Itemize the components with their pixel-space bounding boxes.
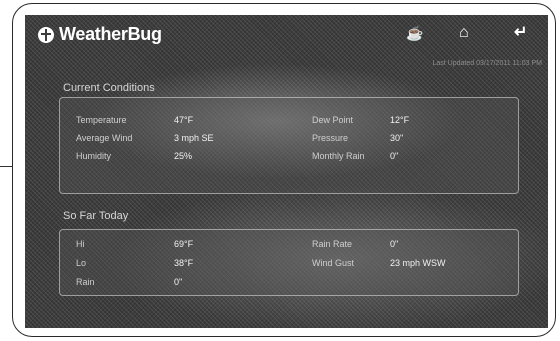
- lo-value: 38°F: [174, 258, 194, 268]
- home-icon[interactable]: ⌂: [459, 25, 469, 41]
- dew-point-label: Dew Point: [312, 115, 354, 125]
- current-conditions-panel: Temperature 47°F Dew Point 12°F Average …: [59, 97, 519, 194]
- wind-gust-value: 23 mph WSW: [390, 258, 446, 268]
- average-wind-label: Average Wind: [76, 133, 133, 143]
- temperature-value: 47°F: [174, 115, 194, 125]
- back-arrow-icon[interactable]: ↵: [514, 25, 527, 41]
- so-far-today-title: So Far Today: [63, 210, 129, 222]
- pressure-label: Pressure: [312, 133, 349, 143]
- humidity-value: 25%: [174, 151, 193, 161]
- temperature-label: Temperature: [76, 115, 127, 125]
- last-updated: Last Updated 03/17/2011 11:03 PM: [432, 60, 543, 67]
- dew-point-value: 12°F: [390, 115, 410, 125]
- current-conditions-title: Current Conditions: [63, 82, 155, 94]
- hi-value: 69°F: [174, 239, 194, 249]
- monthly-rain-value: 0": [390, 151, 399, 161]
- bug-logo-icon: [38, 26, 54, 43]
- cup-icon[interactable]: ☕: [406, 25, 423, 41]
- so-far-today-panel: Hi 69°F Rain Rate 0" Lo 38°F Wind Gust 2…: [59, 229, 519, 296]
- rain-value: 0": [174, 277, 183, 287]
- monthly-rain-label: Monthly Rain: [312, 151, 365, 161]
- wind-gust-label: Wind Gust: [312, 258, 355, 268]
- weather-screen: WeatherBug ☕ ⌂ ↵ Last Updated 03/17/2011…: [25, 15, 548, 328]
- rain-rate-label: Rain Rate: [312, 239, 353, 249]
- humidity-label: Humidity: [76, 151, 112, 161]
- average-wind-value: 3 mph SE: [174, 133, 214, 143]
- lo-label: Lo: [76, 258, 87, 268]
- app-name: WeatherBug: [59, 24, 162, 44]
- rain-rate-value: 0": [390, 239, 399, 249]
- hi-label: Hi: [76, 239, 85, 249]
- weatherbug-logo[interactable]: WeatherBug: [38, 24, 162, 45]
- rain-label: Rain: [76, 277, 95, 287]
- top-bar: WeatherBug ☕ ⌂ ↵: [25, 15, 548, 51]
- pressure-value: 30": [390, 133, 404, 143]
